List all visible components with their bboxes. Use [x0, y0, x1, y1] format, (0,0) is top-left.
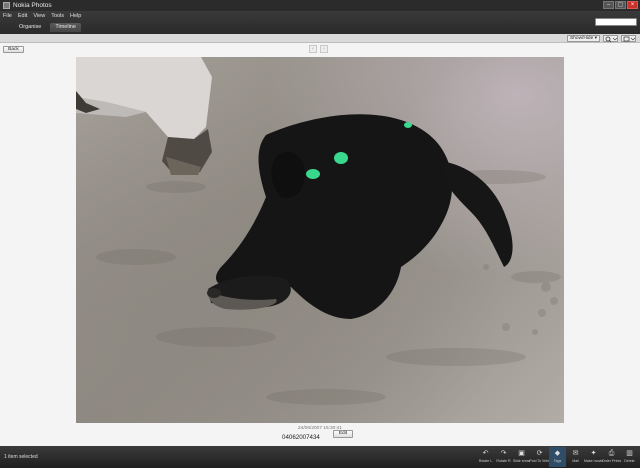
rotate-left-icon: ↶	[482, 450, 489, 457]
photo-illustration	[76, 57, 561, 405]
photo-name: 04062007434	[282, 434, 320, 441]
next-photo-button[interactable]: ›	[320, 45, 328, 53]
maximize-button[interactable]: ▢	[615, 1, 626, 9]
menu-file[interactable]: File	[3, 13, 12, 19]
menu-tools[interactable]: Tools	[51, 13, 64, 19]
mail-icon: ✉	[572, 450, 579, 457]
edit-button[interactable]: Edit	[333, 430, 353, 438]
window-title: Nokia Photos	[13, 2, 52, 9]
photo-navigation: ‹ ›	[309, 45, 328, 53]
action-label: Delete	[624, 459, 635, 463]
action-label: Slide show	[512, 459, 531, 463]
action-label: Make movie	[583, 459, 604, 463]
movie-icon: ✦	[590, 450, 597, 457]
make-movie-button[interactable]: ✦ Make movie	[583, 447, 604, 467]
back-button[interactable]: Back	[3, 46, 24, 53]
delete-button[interactable]: ▥ Delete	[621, 447, 638, 467]
action-label: Order Prints	[601, 459, 622, 463]
action-buttons: ↶ Rotate L ↷ Rotate R ▣ Slide show ⟳ Pos…	[476, 447, 638, 467]
order-prints-button[interactable]: ⎙ Order Prints	[601, 447, 622, 467]
menu-bar: File Edit View Tools Help	[3, 13, 81, 19]
magnifier-icon[interactable]	[603, 35, 618, 43]
action-label: Post To Web	[529, 459, 550, 463]
photo-viewer: Back ‹ › 24/06/2007 15:30:41 04062007434…	[0, 43, 640, 446]
previous-photo-button[interactable]: ‹	[309, 45, 317, 53]
rotate-left-button[interactable]: ↶ Rotate L	[477, 447, 494, 467]
post-to-web-button[interactable]: ⟳ Post To Web	[529, 447, 550, 467]
delete-icon: ▥	[626, 450, 633, 457]
slideshow-icon: ▣	[518, 450, 525, 457]
top-bar: File Edit View Tools Help Organise Timel…	[0, 11, 640, 34]
action-label: Rotate R	[496, 459, 511, 463]
action-label: Rotate L	[478, 459, 493, 463]
menu-edit[interactable]: Edit	[18, 13, 27, 19]
prints-icon: ⎙	[608, 450, 615, 457]
photo-date: 24/06/2007 15:30:41	[297, 426, 342, 431]
action-bar: 1 item selected ↶ Rotate L ↷ Rotate R ▣ …	[0, 446, 640, 468]
action-label: Tags	[553, 459, 562, 463]
tag-icon: ◆	[554, 450, 561, 457]
mail-button[interactable]: ✉ Mail	[567, 447, 584, 467]
app-icon	[3, 2, 10, 9]
close-button[interactable]: ×	[627, 1, 638, 9]
title-bar: Nokia Photos – ▢ ×	[0, 0, 640, 11]
view-toolbar: Show/Hide ▾	[0, 34, 640, 43]
photo-image[interactable]	[76, 57, 564, 423]
window-controls: – ▢ ×	[603, 1, 638, 9]
action-label: Mail	[572, 459, 579, 463]
rotate-right-button[interactable]: ↷ Rotate R	[495, 447, 512, 467]
slideshow-button[interactable]: ▣ Slide show	[513, 447, 530, 467]
show-hide-dropdown[interactable]: Show/Hide ▾	[567, 35, 600, 42]
menu-help[interactable]: Help	[70, 13, 81, 19]
search-input[interactable]	[595, 18, 637, 26]
tab-organise[interactable]: Organise	[14, 23, 46, 32]
tags-button[interactable]: ◆ Tags	[549, 447, 566, 467]
menu-view[interactable]: View	[33, 13, 45, 19]
rotate-right-icon: ↷	[500, 450, 507, 457]
tab-timeline[interactable]: Timeline	[50, 23, 81, 32]
view-mode-icon[interactable]	[621, 35, 636, 42]
view-tabs: Organise Timeline	[14, 23, 81, 32]
minimize-button[interactable]: –	[603, 1, 614, 9]
status-text: 1 item selected	[4, 454, 38, 460]
post-web-icon: ⟳	[536, 450, 543, 457]
